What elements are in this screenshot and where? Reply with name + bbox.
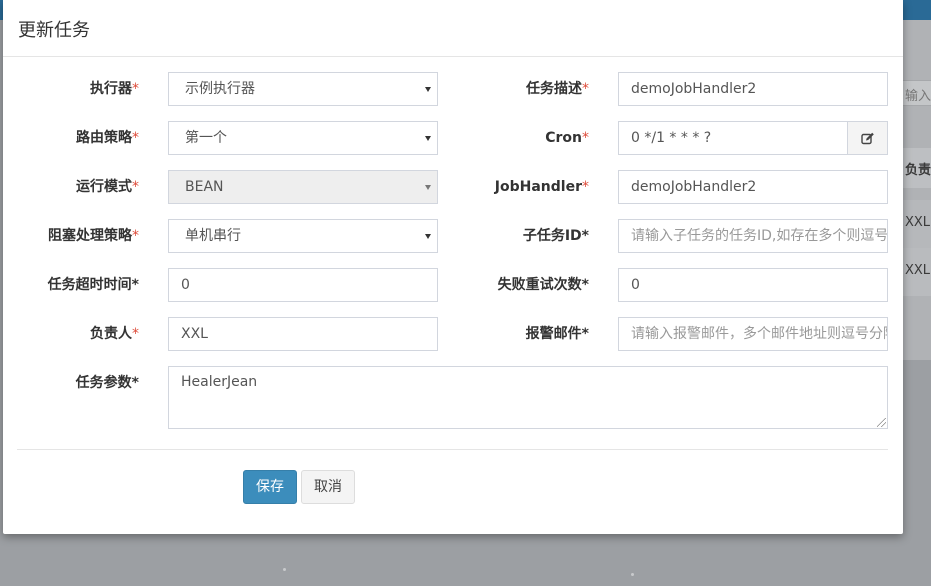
- alarm-email-input[interactable]: 请输入报警邮件，多个邮件地址则逗号分隔: [618, 317, 888, 351]
- timeout-value: 0: [181, 277, 190, 293]
- form-row-5: 任务超时时间* 0 失败重试次数* 0: [3, 268, 903, 302]
- caret-down-icon: [425, 234, 431, 239]
- background-dot: [631, 573, 634, 576]
- owner-label: 负责人*: [3, 317, 139, 351]
- caret-down-icon: [425, 185, 431, 190]
- job-handler-value: demoJobHandler2: [631, 179, 757, 195]
- job-handler-label-text: JobHandler: [494, 179, 582, 195]
- cron-input[interactable]: 0 */1 * * * ?: [618, 121, 848, 155]
- form-row-4: 阻塞处理策略* 单机串行 子任务ID* 请输入子任务的任务ID,如存在多个则逗号…: [3, 219, 903, 253]
- background-dot: [283, 568, 286, 571]
- run-mode-select: BEAN: [168, 170, 438, 204]
- alarm-email-placeholder: 请输入报警邮件，多个邮件地址则逗号分隔: [631, 326, 888, 342]
- run-mode-label-text: 运行模式: [76, 179, 132, 195]
- background-table-row: XXL: [903, 200, 931, 248]
- background-table-header: 负责: [903, 148, 931, 188]
- owner-input[interactable]: XXL: [168, 317, 438, 351]
- cancel-button[interactable]: 取消: [301, 470, 355, 504]
- background-column-header: 负责: [905, 163, 931, 178]
- cron-label-text: Cron: [545, 130, 582, 146]
- block-strategy-label: 阻塞处理策略*: [3, 219, 139, 253]
- dialog-header: 更新任务: [3, 0, 903, 57]
- params-label: 任务参数*: [75, 375, 139, 391]
- cron-label: Cron*: [443, 121, 589, 155]
- form-row-6: 负责人* XXL 报警邮件* 请输入报警邮件，多个邮件地址则逗号分隔: [3, 317, 903, 351]
- form-divider: [17, 449, 888, 450]
- child-job-id-label: 子任务ID*: [522, 228, 589, 244]
- background-row-owner: XXL: [905, 215, 931, 230]
- background-search-placeholder: 输入负: [905, 89, 931, 104]
- required-mark: *: [132, 81, 139, 97]
- required-mark: *: [132, 228, 139, 244]
- timeout-label: 任务超时时间*: [47, 277, 139, 293]
- route-strategy-label-text: 路由策略: [76, 130, 132, 146]
- cron-edit-button[interactable]: [847, 121, 888, 155]
- background-search-input: 输入负: [903, 80, 931, 106]
- save-button[interactable]: 保存: [243, 470, 297, 504]
- job-handler-input[interactable]: demoJobHandler2: [618, 170, 888, 204]
- run-mode-label: 运行模式*: [3, 170, 139, 204]
- params-textarea[interactable]: HealerJean: [168, 366, 888, 429]
- caret-down-icon: [425, 87, 431, 92]
- required-mark: *: [582, 179, 589, 195]
- required-mark: *: [132, 326, 139, 342]
- required-mark: *: [582, 130, 589, 146]
- background-page-edge: 输入负 负责 XXL XXL: [903, 20, 931, 360]
- run-mode-select-value: BEAN: [185, 179, 224, 195]
- block-strategy-select-value: 单机串行: [185, 228, 241, 244]
- background-table-row: XXL: [903, 248, 931, 296]
- owner-value: XXL: [181, 326, 208, 342]
- retry-count-value: 0: [631, 277, 640, 293]
- timeout-input[interactable]: 0: [168, 268, 438, 302]
- executor-select-value: 示例执行器: [185, 81, 255, 97]
- form-row-2: 路由策略* 第一个 Cron* 0 */1 * * * ?: [3, 121, 903, 155]
- executor-label: 执行器*: [3, 72, 139, 106]
- owner-label-text: 负责人: [90, 326, 132, 342]
- edit-icon: [860, 132, 874, 144]
- params-value: HealerJean: [181, 374, 258, 390]
- background-row-owner: XXL: [905, 263, 931, 278]
- block-strategy-select[interactable]: 单机串行: [168, 219, 438, 253]
- caret-down-icon: [425, 136, 431, 141]
- required-mark: *: [132, 179, 139, 195]
- route-strategy-select-value: 第一个: [185, 130, 227, 146]
- form-row-7: 任务参数* HealerJean: [3, 366, 903, 429]
- child-job-id-placeholder: 请输入子任务的任务ID,如存在多个则逗号分隔: [631, 228, 888, 244]
- block-strategy-label-text: 阻塞处理策略: [48, 228, 132, 244]
- update-task-dialog: 更新任务 执行器* 示例执行器 任务描述* demoJobHandler2 路由…: [3, 0, 903, 534]
- form-row-1: 执行器* 示例执行器 任务描述* demoJobHandler2: [3, 72, 903, 106]
- job-handler-label: JobHandler*: [443, 170, 589, 204]
- task-desc-label-text: 任务描述: [526, 81, 582, 97]
- dialog-title: 更新任务: [18, 20, 90, 41]
- alarm-email-label: 报警邮件*: [525, 326, 589, 342]
- resize-handle-icon[interactable]: [877, 418, 886, 427]
- cron-value: 0 */1 * * * ?: [631, 130, 712, 146]
- retry-count-input[interactable]: 0: [618, 268, 888, 302]
- required-mark: *: [132, 130, 139, 146]
- child-job-id-input[interactable]: 请输入子任务的任务ID,如存在多个则逗号分隔: [618, 219, 888, 253]
- executor-label-text: 执行器: [90, 81, 132, 97]
- required-mark: *: [582, 81, 589, 97]
- form-row-3: 运行模式* BEAN JobHandler* demoJobHandler2: [3, 170, 903, 204]
- route-strategy-label: 路由策略*: [3, 121, 139, 155]
- executor-select[interactable]: 示例执行器: [168, 72, 438, 106]
- route-strategy-select[interactable]: 第一个: [168, 121, 438, 155]
- task-desc-label: 任务描述*: [443, 72, 589, 106]
- retry-count-label: 失败重试次数*: [497, 277, 589, 293]
- task-desc-value: demoJobHandler2: [631, 81, 757, 97]
- task-desc-input[interactable]: demoJobHandler2: [618, 72, 888, 106]
